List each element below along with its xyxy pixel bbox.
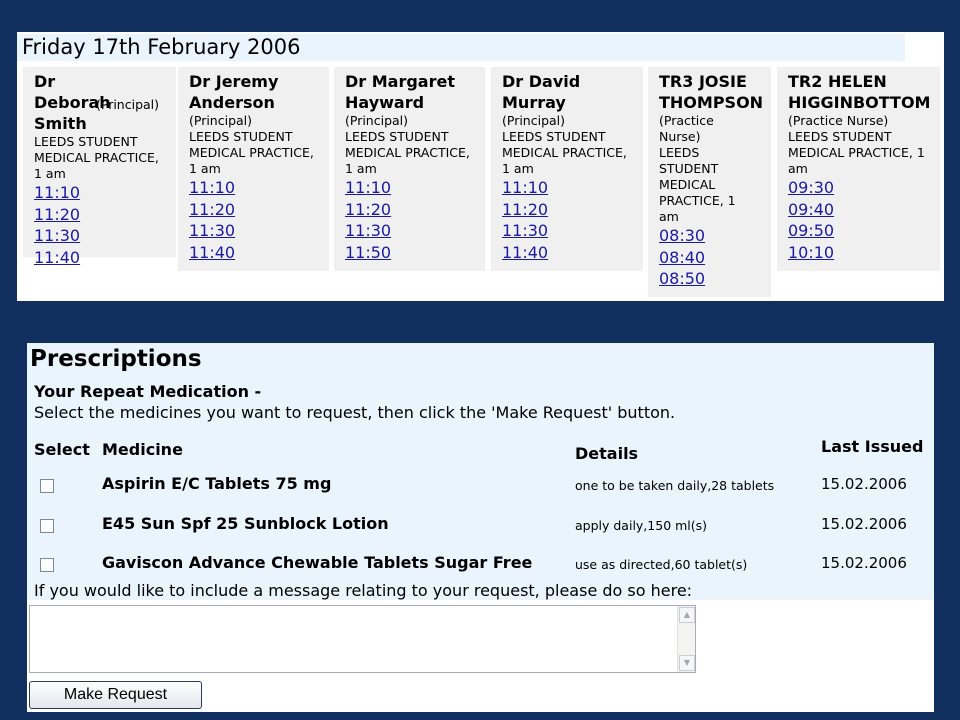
medication-details: one to be taken daily,28 tablets [575,478,775,493]
appointment-slot-link[interactable]: 11:30 [34,225,173,247]
appointment-slot-link[interactable]: 11:30 [189,220,326,242]
appointment-slot-link[interactable]: 11:20 [189,199,326,221]
appointment-slot-link[interactable]: 10:10 [788,242,937,264]
clinician-name: Dr Margaret Hayward [345,72,455,112]
clinician-name: Dr Jeremy Anderson [189,72,279,112]
clinician-role: (Practice Nurse) [659,113,714,144]
appointment-slot-link[interactable]: 08:30 [659,225,768,247]
column-header-medicine: Medicine [102,440,183,459]
scroll-down-arrow-icon[interactable]: ▼ [679,655,695,671]
textarea-scrollbar[interactable]: ▲ ▼ [677,606,695,672]
medication-name: Gaviscon Advance Chewable Tablets Sugar … [102,553,533,572]
medication-row: Gaviscon Advance Chewable Tablets Sugar … [27,551,934,581]
appointment-slot-link[interactable]: 11:50 [345,242,482,264]
clinician-role: (Principal) [502,113,566,128]
appointment-slot-link[interactable]: 11:30 [345,220,482,242]
message-label: If you would like to include a message r… [34,581,693,600]
appointment-slot-link[interactable]: 11:20 [345,199,482,221]
clinician-role: (Practice Nurse) [788,113,889,128]
page-title: Prescriptions [30,346,202,372]
appointment-slot-link[interactable]: 11:20 [502,199,640,221]
medication-last-issued: 15.02.2006 [821,554,907,572]
appointment-slot-link[interactable]: 11:10 [34,182,173,204]
medication-last-issued: 15.02.2006 [821,515,907,533]
appointment-slot-link[interactable]: 09:40 [788,199,937,221]
appointment-slot-link[interactable]: 09:50 [788,220,937,242]
appointment-slot-link[interactable]: 08:50 [659,268,768,290]
section-subtitle: Your Repeat Medication - [34,382,262,401]
clinician-column: Dr Margaret Hayward (Principal) LEEDS ST… [334,67,485,271]
appointment-slot-link[interactable]: 09:30 [788,177,937,199]
medication-checkbox[interactable] [40,519,54,533]
clinician-practice: LEEDS STUDENT MEDICAL PRACTICE, 1 am [659,145,736,224]
clinician-practice: LEEDS STUDENT MEDICAL PRACTICE, 1 am [189,129,314,176]
medication-name: E45 Sun Spf 25 Sunblock Lotion [102,514,389,533]
clinician-practice: LEEDS STUDENT MEDICAL PRACTICE, 1 am [502,129,627,176]
appointment-date-header: Friday 17th February 2006 [17,34,905,61]
clinician-column: TR2 HELEN HIGGINBOTTOM (Practice Nurse) … [777,67,940,271]
appointment-slot-link[interactable]: 11:10 [345,177,482,199]
column-header-select: Select [34,440,90,459]
column-header-details: Details [575,444,639,463]
message-text [30,606,695,612]
prescriptions-form-area: Prescriptions Your Repeat Medication - S… [27,343,934,600]
medication-checkbox[interactable] [40,479,54,493]
clinician-column: Dr David Murray (Principal) LEEDS STUDEN… [491,67,643,271]
clinician-column: Dr Jeremy Anderson (Principal) LEEDS STU… [178,67,329,271]
clinician-role: (Principal) [96,97,160,112]
medication-last-issued: 15.02.2006 [821,475,907,493]
clinician-column: Dr Deborah Smith (Principal) LEEDS STUDE… [23,67,176,267]
medication-row: E45 Sun Spf 25 Sunblock Lotion apply dai… [27,512,934,542]
clinician-practice: LEEDS STUDENT MEDICAL PRACTICE, 1 am [345,129,470,176]
clinician-name: Dr David Murray [502,72,581,112]
clinician-role: (Principal) [189,113,253,128]
medication-checkbox[interactable] [40,558,54,572]
scroll-up-arrow-icon[interactable]: ▲ [679,607,695,623]
appointment-slot-link[interactable]: 11:10 [502,177,640,199]
clinician-practice: LEEDS STUDENT MEDICAL PRACTICE, 1 am [34,134,159,181]
appointment-slot-link[interactable]: 11:40 [189,242,326,264]
clinician-name: TR3 JOSIE THOMPSON [659,72,764,112]
appointment-slot-link[interactable]: 11:30 [502,220,640,242]
medication-name: Aspirin E/C Tablets 75 mg [102,474,332,493]
appointment-slot-link[interactable]: 11:10 [189,177,326,199]
clinician-practice: LEEDS STUDENT MEDICAL PRACTICE, 1 am [788,129,925,176]
clinician-column: TR3 JOSIE THOMPSON (Practice Nurse) LEED… [648,67,771,297]
appointment-slot-link[interactable]: 11:40 [502,242,640,264]
medication-details: use as directed,60 tablet(s) [575,557,748,572]
appointment-slot-link[interactable]: 08:40 [659,247,768,269]
instruction-text: Select the medicines you want to request… [34,403,676,422]
message-textarea[interactable]: ▲ ▼ [29,605,696,673]
appointment-slot-link[interactable]: 11:40 [34,247,173,269]
clinician-role: (Principal) [345,113,409,128]
make-request-button[interactable]: Make Request [29,681,202,709]
appointment-slot-link[interactable]: 11:20 [34,204,173,226]
clinician-name: TR2 HELEN HIGGINBOTTOM [788,72,931,112]
medication-row: Aspirin E/C Tablets 75 mg one to be take… [27,472,934,502]
medication-details: apply daily,150 ml(s) [575,518,708,533]
prescriptions-panel: Prescriptions Your Repeat Medication - S… [27,343,934,712]
column-header-last-issued: Last Issued [821,437,924,456]
appointments-panel: Friday 17th February 2006 Dr Deborah Smi… [17,32,944,301]
